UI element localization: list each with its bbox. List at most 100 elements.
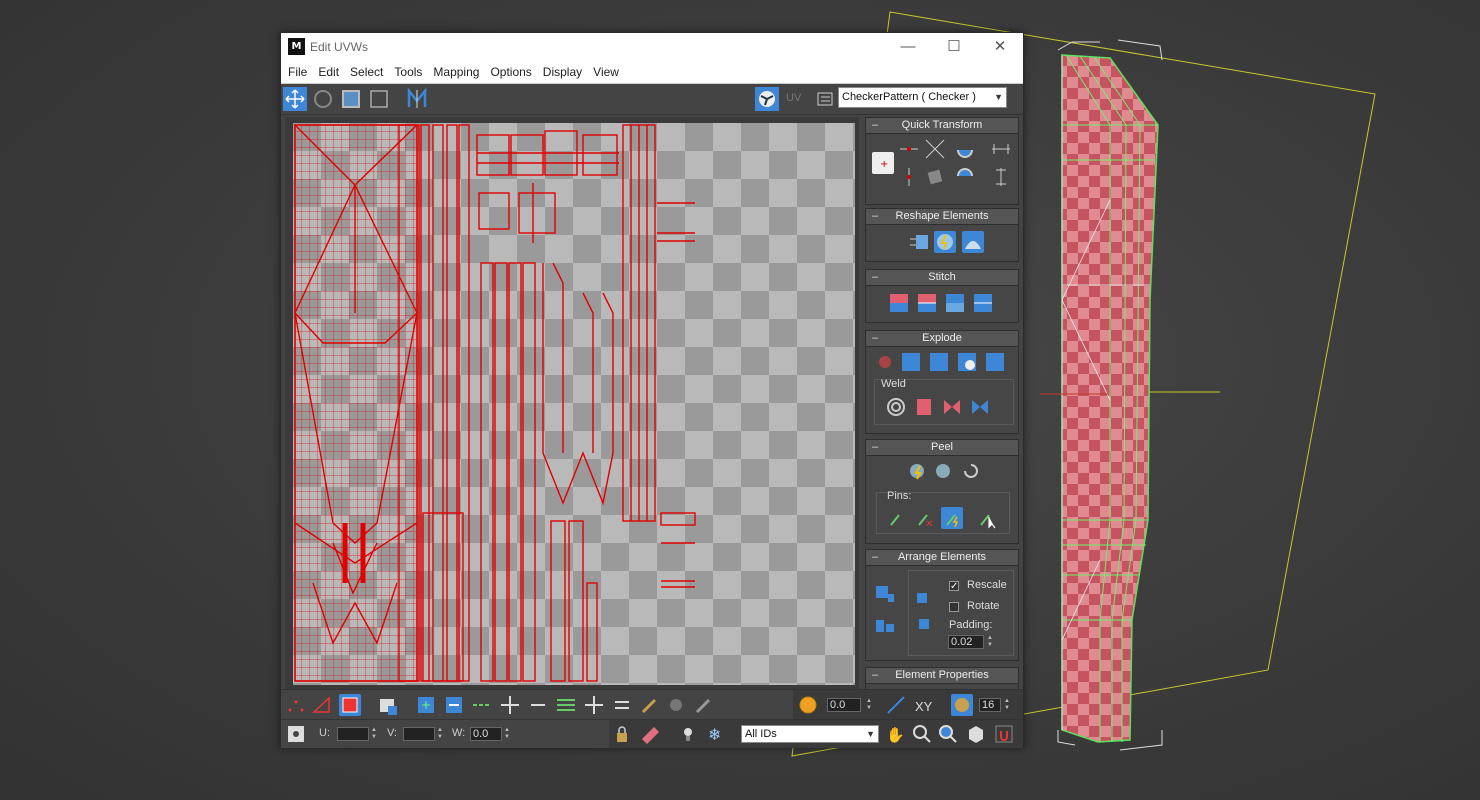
peel-mode-button[interactable] <box>932 460 954 482</box>
mirror-tool-button[interactable] <box>405 87 429 111</box>
stitch-header[interactable]: – Stitch <box>866 270 1018 286</box>
pack-recenter-button[interactable] <box>915 615 937 637</box>
maximize-button[interactable]: ☐ <box>931 33 977 61</box>
pin-button[interactable] <box>885 507 907 529</box>
rescale-checkbox[interactable]: ✓ <box>949 581 959 592</box>
soft-selection-button[interactable] <box>797 694 819 716</box>
flatten-by-smoothing-button[interactable] <box>928 351 950 373</box>
w-input[interactable]: 0.0 <box>470 727 502 741</box>
weld-all-button[interactable] <box>941 396 963 418</box>
quick-transform-header[interactable]: – Quick Transform <box>866 118 1018 134</box>
ring-button[interactable] <box>555 694 577 716</box>
menu-edit[interactable]: Edit <box>314 61 343 84</box>
absolute-offset-button[interactable] <box>285 723 307 745</box>
v-spinner[interactable]: ▲ ▼ <box>436 727 444 741</box>
texture-dropdown[interactable]: CheckerPattern ( Checker ) ▼ <box>838 87 1007 108</box>
minimize-button[interactable]: — <box>885 33 931 61</box>
v-input[interactable] <box>403 727 435 741</box>
quick-peel-button[interactable] <box>906 460 928 482</box>
zoom-button[interactable] <box>911 723 933 745</box>
set-pivot-button[interactable]: + <box>872 152 894 174</box>
peel-header[interactable]: – Peel <box>866 440 1018 456</box>
stitch-average-button[interactable] <box>916 292 938 314</box>
element-properties-header[interactable]: – Element Properties <box>866 668 1018 684</box>
shrink-selection-button[interactable] <box>443 694 465 716</box>
zoom-extents-button[interactable] <box>965 723 987 745</box>
shrink-ring-button[interactable] <box>611 694 633 716</box>
grow-selection-button[interactable]: + <box>415 694 437 716</box>
uv-grid[interactable] <box>293 123 855 685</box>
hide-unselected-button[interactable] <box>639 723 661 745</box>
close-button[interactable]: ✕ <box>977 33 1023 61</box>
uv-axis-button[interactable]: UV <box>786 92 801 104</box>
shrink-loop-button[interactable] <box>527 694 549 716</box>
auto-pin-button[interactable] <box>941 507 963 529</box>
vertex-mode-button[interactable] <box>285 694 307 716</box>
menu-display[interactable]: Display <box>539 61 586 84</box>
menu-tools[interactable]: Tools <box>390 61 426 84</box>
reshape-elements-header[interactable]: – Reshape Elements <box>866 209 1018 225</box>
weld-all-selected-button[interactable] <box>969 396 991 418</box>
polygon-mode-button[interactable] <box>339 694 361 716</box>
options-list-button[interactable] <box>813 87 837 111</box>
align-vertical-button[interactable] <box>898 166 920 188</box>
rotate-minus-90-button[interactable] <box>954 166 976 188</box>
edge-mode-button[interactable] <box>311 694 333 716</box>
rotate-90-button[interactable] <box>954 138 976 160</box>
stitch-to-source-button[interactable] <box>944 292 966 314</box>
relax-button[interactable] <box>934 231 956 253</box>
stitch-to-target-button[interactable] <box>888 292 910 314</box>
rotate-checkbox[interactable] <box>949 602 959 612</box>
u-spinner[interactable]: ▲ ▼ <box>370 727 378 741</box>
scale-tool-button[interactable] <box>339 87 363 111</box>
reset-peel-button[interactable] <box>960 460 982 482</box>
move-tool-button[interactable] <box>283 87 307 111</box>
title-bar[interactable]: M Edit UVWs — ☐ ✕ <box>281 33 1023 61</box>
relax-until-flat-button[interactable] <box>962 231 984 253</box>
falloff-space-button[interactable]: XY <box>915 699 932 714</box>
soft-falloff-input[interactable]: 0.0 <box>827 698 861 712</box>
menu-options[interactable]: Options <box>486 61 535 84</box>
weld-selected-button[interactable] <box>913 396 935 418</box>
paint-grow-button[interactable] <box>665 694 687 716</box>
flatten-by-material-button[interactable] <box>956 351 978 373</box>
snap-grid-button[interactable] <box>951 694 973 716</box>
snap-toggle-button[interactable] <box>993 723 1015 745</box>
weld-target-button[interactable] <box>885 396 907 418</box>
align-diagonal-button[interactable] <box>924 138 946 160</box>
freeze-button[interactable]: ❄ <box>705 723 727 745</box>
padding-input[interactable]: 0.02 <box>948 635 984 649</box>
menu-view[interactable]: View <box>589 61 623 84</box>
material-id-dropdown[interactable]: All IDs ▼ <box>741 725 879 743</box>
toggle-light-button[interactable] <box>677 723 699 745</box>
menu-mapping[interactable]: Mapping <box>429 61 483 84</box>
pan-button[interactable]: ✋ <box>883 723 905 745</box>
select-pins-button[interactable] <box>977 507 999 529</box>
show-map-button[interactable] <box>755 87 779 111</box>
w-spinner[interactable]: ▲ ▼ <box>503 727 511 741</box>
u-input[interactable] <box>337 727 369 741</box>
rotate-tool-button[interactable] <box>311 87 335 111</box>
pack-together-button[interactable] <box>874 614 896 636</box>
menu-file[interactable]: File <box>284 61 311 84</box>
grow-ring-button[interactable] <box>583 694 605 716</box>
grid-size-input[interactable]: 16 <box>979 698 1001 712</box>
grow-loop-button[interactable] <box>499 694 521 716</box>
break-button[interactable] <box>874 351 896 373</box>
paint-select-button[interactable] <box>639 694 661 716</box>
zoom-region-button[interactable] <box>937 723 959 745</box>
straighten-button[interactable] <box>924 166 946 188</box>
padding-spinner[interactable]: ▲ ▼ <box>986 635 994 649</box>
uv-editor-viewport[interactable] <box>285 117 859 689</box>
paint-shrink-button[interactable] <box>693 694 715 716</box>
straighten-selection-button[interactable] <box>908 231 930 253</box>
grid-size-spinner[interactable]: ▲ ▼ <box>1003 698 1011 712</box>
menu-select[interactable]: Select <box>346 61 387 84</box>
element-mode-button[interactable] <box>377 694 399 716</box>
pack-normalize-button[interactable] <box>913 589 935 611</box>
align-horizontal-button[interactable] <box>898 138 920 160</box>
soft-falloff-spinner[interactable]: ▲ ▼ <box>865 698 873 712</box>
loop-button[interactable] <box>471 694 493 716</box>
pack-custom-button[interactable] <box>874 584 896 606</box>
space-vertical-button[interactable] <box>990 166 1012 188</box>
